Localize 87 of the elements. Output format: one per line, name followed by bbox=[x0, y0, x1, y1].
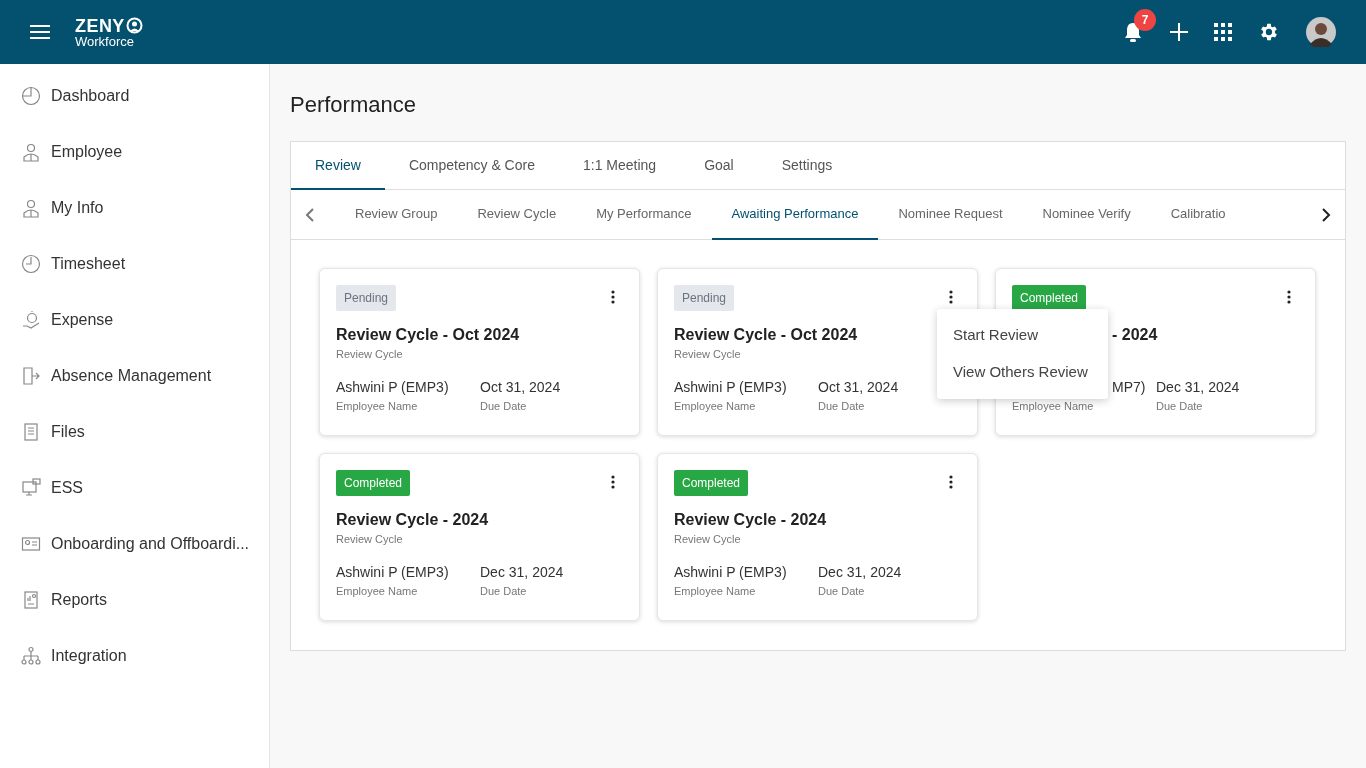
sidebar-item[interactable]: Timesheet bbox=[0, 236, 269, 292]
due-date: Oct 31, 2024 bbox=[480, 378, 562, 396]
card-title: Review Cycle - 2024 bbox=[674, 510, 828, 530]
card-subtitle: Review Cycle bbox=[674, 532, 742, 546]
sub-tab[interactable]: Calibratio bbox=[1150, 190, 1246, 240]
more-options-icon[interactable] bbox=[611, 290, 615, 304]
monitor-icon bbox=[21, 478, 41, 498]
field-label: Due Date bbox=[818, 399, 866, 414]
field-label: Due Date bbox=[480, 584, 528, 599]
card-title: Review Cycle - Oct 2024 bbox=[336, 325, 521, 345]
plus-icon[interactable] bbox=[1170, 23, 1188, 41]
notification-count: 7 bbox=[1134, 9, 1156, 31]
tab[interactable]: 1:1 Meeting bbox=[558, 142, 681, 190]
card-subtitle: Review Cycle bbox=[336, 532, 404, 546]
sub-tab[interactable]: My Performance bbox=[576, 190, 712, 240]
due-date: Dec 31, 2024 bbox=[818, 563, 903, 581]
more-options-icon[interactable] bbox=[949, 475, 953, 489]
status-label: Pending bbox=[336, 285, 397, 311]
more-options-icon[interactable] bbox=[611, 475, 615, 489]
notification-bell-icon[interactable] bbox=[1122, 21, 1144, 43]
field-label: Employee Name bbox=[674, 399, 757, 414]
person-icon bbox=[21, 142, 41, 162]
menu-item[interactable]: Start Review bbox=[937, 317, 1108, 354]
sidebar-item[interactable]: Dashboard bbox=[0, 68, 269, 124]
card-subtitle: Review Cycle bbox=[674, 347, 742, 361]
sub-tab[interactable]: Nominee Verify bbox=[1022, 190, 1151, 240]
report-icon bbox=[21, 590, 41, 610]
sidebar-item[interactable]: Employee bbox=[0, 124, 269, 180]
document-icon bbox=[21, 422, 41, 442]
sidebar-item[interactable]: Integration bbox=[0, 628, 269, 684]
status-label: Completed bbox=[674, 470, 749, 496]
tab[interactable]: Competency & Core bbox=[384, 142, 559, 190]
door-exit-icon bbox=[21, 366, 41, 386]
field-label: Due Date bbox=[818, 584, 866, 599]
apps-grid-icon[interactable] bbox=[1214, 23, 1232, 41]
clock-icon bbox=[21, 254, 41, 274]
due-date: Dec 31, 2024 bbox=[1156, 378, 1241, 396]
sidebar-item[interactable]: Reports bbox=[0, 572, 269, 628]
field-label: Due Date bbox=[1156, 399, 1204, 414]
more-options-icon[interactable] bbox=[1287, 290, 1291, 304]
tab[interactable]: Goal bbox=[680, 142, 758, 190]
due-date: Dec 31, 2024 bbox=[480, 563, 565, 581]
employee-name: Ashwini P (EMP3) bbox=[674, 378, 788, 396]
hierarchy-icon bbox=[21, 646, 41, 666]
field-label: Due Date bbox=[480, 399, 528, 414]
status-label: Pending bbox=[674, 285, 735, 311]
chevron-right-icon[interactable] bbox=[1321, 207, 1331, 222]
logo-person-icon bbox=[125, 17, 143, 34]
status-label: Completed bbox=[1012, 285, 1087, 311]
sidebar-item[interactable]: Files bbox=[0, 404, 269, 460]
sidebar-item[interactable]: Onboarding and Offboardi... bbox=[0, 516, 269, 572]
field-label: Employee Name bbox=[336, 584, 419, 599]
field-label: Employee Name bbox=[336, 399, 419, 414]
sub-tab[interactable]: Review Group bbox=[335, 190, 458, 240]
status-label: Completed bbox=[336, 470, 411, 496]
employee-name: MP7) bbox=[1112, 378, 1147, 396]
employee-name: Ashwini P (EMP3) bbox=[336, 563, 450, 581]
sub-tab[interactable]: Awaiting Performance bbox=[711, 190, 879, 240]
id-card-icon bbox=[21, 534, 41, 554]
sidebar-item[interactable]: Absence Management bbox=[0, 348, 269, 404]
sub-tab[interactable]: Review Cycle bbox=[457, 190, 577, 240]
field-label: Employee Name bbox=[674, 584, 757, 599]
sidebar-item[interactable]: My Info bbox=[0, 180, 269, 236]
sub-tab[interactable]: Nominee Request bbox=[878, 190, 1023, 240]
more-options-icon[interactable] bbox=[949, 290, 953, 304]
employee-name: Ashwini P (EMP3) bbox=[336, 378, 450, 396]
coin-hand-icon bbox=[21, 310, 41, 330]
user-avatar[interactable] bbox=[1306, 17, 1336, 47]
menu-item[interactable]: View Others Review bbox=[937, 354, 1108, 391]
person-icon bbox=[21, 198, 41, 218]
card-title: - 2024 bbox=[1112, 325, 1159, 345]
tab[interactable]: Settings bbox=[757, 142, 857, 190]
pie-chart-icon bbox=[21, 86, 41, 106]
logo-text: ZENY bbox=[75, 16, 125, 35]
employee-name: Ashwini P (EMP3) bbox=[674, 563, 788, 581]
settings-icon[interactable] bbox=[1258, 21, 1280, 43]
card-title: Review Cycle - 2024 bbox=[336, 510, 490, 530]
field-label: Employee Name bbox=[1012, 399, 1095, 414]
sidebar-item[interactable]: ESS bbox=[0, 460, 269, 516]
card-subtitle: Review Cycle bbox=[336, 347, 404, 361]
logo-subtitle: Workforce bbox=[75, 34, 135, 48]
sidebar-item[interactable]: Expense bbox=[0, 292, 269, 348]
tab[interactable]: Review bbox=[291, 142, 385, 190]
menu-icon[interactable] bbox=[30, 25, 50, 39]
chevron-left-icon[interactable] bbox=[305, 207, 315, 222]
page-title: Performance bbox=[290, 91, 417, 119]
due-date: Oct 31, 2024 bbox=[818, 378, 900, 396]
